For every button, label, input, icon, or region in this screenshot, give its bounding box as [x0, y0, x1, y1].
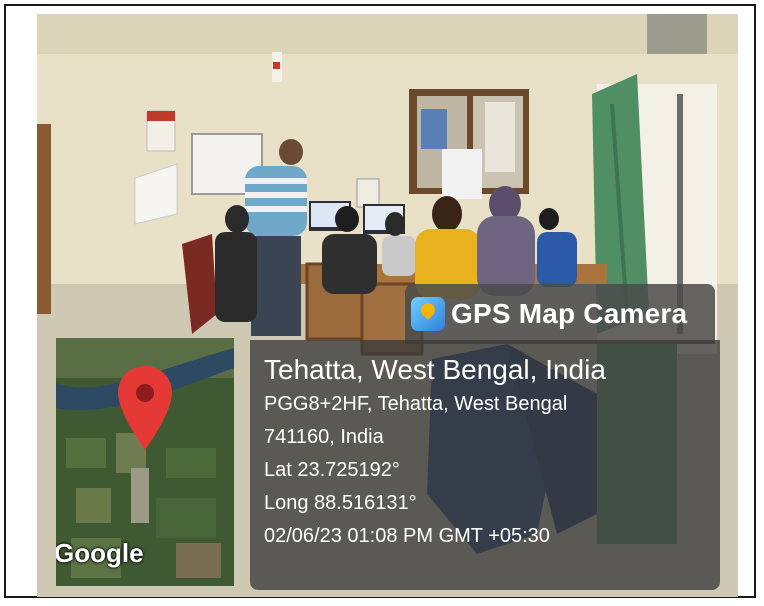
- app-name: GPS Map Camera: [451, 298, 688, 329]
- location-title: Tehatta, West Bengal, India: [264, 354, 606, 385]
- address-line-1: PGG8+2HF, Tehatta, West Bengal: [264, 393, 568, 415]
- app-watermark-banner: GPS Map Camera: [405, 284, 715, 344]
- map-attribution: Google: [56, 538, 144, 568]
- gps-map-camera-app-icon: [411, 297, 445, 331]
- address-line-2: 741160, India: [264, 426, 384, 448]
- datetime: 02/06/23 01:08 PM GMT +05:30: [264, 525, 550, 547]
- satellite-map-thumbnail: Google: [56, 338, 234, 586]
- longitude: Long 88.516131°: [264, 492, 417, 514]
- location-info-panel: Tehatta, West Bengal, India PGG8+2HF, Te…: [250, 340, 720, 590]
- latitude: Lat 23.725192°: [264, 459, 400, 481]
